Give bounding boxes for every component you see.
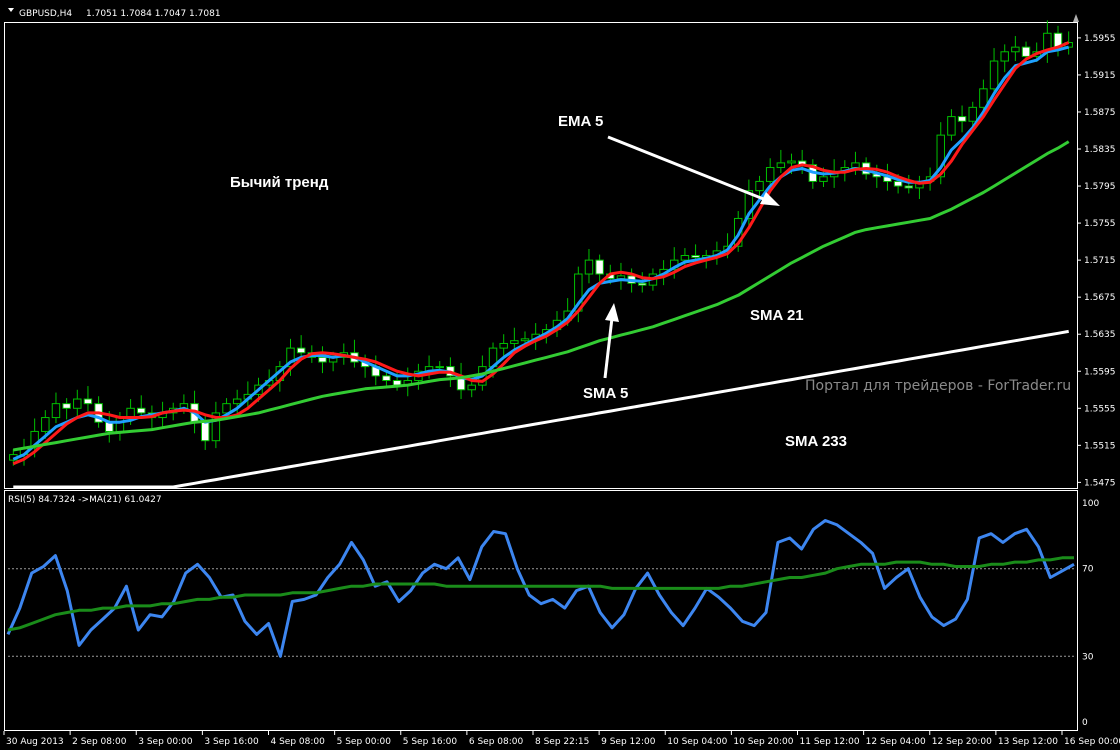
- candle-body: [680, 255, 690, 261]
- time-tick-label: 9 Sep 12:00: [601, 737, 656, 747]
- rsi-tick-label: 0: [1082, 718, 1088, 728]
- candle-body: [83, 398, 93, 405]
- price-tick-label: 1.5515: [1084, 441, 1116, 451]
- candles-layer: [9, 20, 1073, 466]
- candle-body: [1011, 46, 1020, 53]
- price-tick-label: 1.5555: [1084, 404, 1116, 414]
- candle-body: [510, 340, 519, 344]
- rsi-line: [6, 519, 1075, 658]
- price-tick-label: 1.5595: [1084, 367, 1116, 377]
- ema5-label: EMA 5: [558, 113, 603, 130]
- ema5-arrow-shaft: [607, 135, 767, 202]
- candle-body: [296, 347, 306, 354]
- time-tick-label: 5 Sep 00:00: [337, 737, 392, 747]
- candle-body: [968, 106, 977, 122]
- time-tick-label: 8 Sep 22:15: [535, 737, 589, 747]
- rsi-layer: 100 70 30 0: [6, 499, 1099, 728]
- price-tick-label: 1.5475: [1084, 478, 1116, 488]
- time-tick-label: 3 Sep 00:00: [138, 737, 193, 747]
- candle-body: [904, 185, 914, 189]
- price-tick-label: 1.5635: [1084, 330, 1116, 340]
- sma233-label: SMA 233: [785, 433, 847, 450]
- candle-body: [765, 167, 775, 182]
- candle-body: [200, 421, 210, 442]
- rsi-tick-label: 30: [1082, 652, 1094, 662]
- time-tick-label: 11 Sep 12:00: [800, 737, 860, 747]
- time-tick-label: 10 Sep 04:00: [667, 737, 727, 747]
- trading-chart[interactable]: GBPUSD,H4 1.7051 1.7084 1.7047 1.7081 1.…: [0, 0, 1120, 750]
- time-tick-label: 30 Aug 2013: [6, 737, 64, 747]
- candle-body: [819, 176, 828, 182]
- candle-body: [776, 162, 786, 169]
- candle-body: [989, 60, 999, 90]
- candle-body: [691, 255, 700, 258]
- candle-body: [435, 366, 444, 369]
- candle-body: [62, 403, 71, 409]
- rsi-tick-label: 100: [1082, 499, 1099, 509]
- candle-body: [51, 403, 61, 419]
- price-tick-label: 1.5835: [1084, 145, 1116, 155]
- candle-body: [318, 356, 327, 363]
- sma5-label: SMA 5: [583, 385, 628, 402]
- candle-body: [115, 417, 125, 432]
- time-tick-label: 3 Sep 16:00: [204, 737, 259, 747]
- moving-averages-layer: [12, 41, 1070, 466]
- rsi-header-label: RSI(5) 84.7324 ->MA(21) 61.0427: [8, 495, 162, 505]
- price-tick-label: 1.5955: [1084, 34, 1116, 44]
- price-axis: 1.5955 1.5915 1.5875 1.5835 1.5795 1.5755 1.57…: [1077, 34, 1116, 488]
- candle-body: [893, 180, 903, 187]
- candle-body: [73, 398, 82, 409]
- ohlc-label: 1.7051 1.7084 1.7047 1.7081: [86, 9, 221, 19]
- candle-body: [851, 162, 860, 169]
- symbol-label: GBPUSD,H4: [19, 9, 72, 19]
- ema5-line: [12, 45, 1070, 461]
- candle-body: [499, 342, 508, 349]
- watermark-text: Портал для трейдеров - ForTrader.ru: [805, 378, 1071, 394]
- candle-body: [467, 384, 476, 391]
- bullish-trend-label: Бычий тренд: [230, 174, 329, 191]
- sma5-arrow-shaft: [603, 317, 614, 379]
- candle-body: [41, 417, 50, 432]
- candle-body: [520, 338, 530, 342]
- candle-body: [584, 259, 594, 275]
- scroll-marker-icon[interactable]: [1073, 14, 1079, 22]
- candle-body: [232, 398, 242, 405]
- price-tick-label: 1.5675: [1084, 293, 1116, 303]
- time-tick-label: 12 Sep 04:00: [866, 737, 926, 747]
- time-tick-label: 13 Sep 12:00: [998, 737, 1058, 747]
- rsi-tick-label: 70: [1082, 565, 1094, 575]
- price-tick-label: 1.5715: [1084, 256, 1116, 266]
- time-tick-label: 6 Sep 08:00: [469, 737, 524, 747]
- time-tick-label: 10 Sep 20:00: [733, 737, 793, 747]
- time-tick-label: 2 Sep 08:00: [72, 737, 127, 747]
- candle-body: [595, 259, 604, 275]
- sma21-label: SMA 21: [750, 307, 804, 324]
- time-tick-label: 16 Sep 00:00: [1064, 737, 1120, 747]
- sma5-arrow-head-icon: [605, 303, 619, 322]
- sma5-line: [12, 41, 1070, 466]
- candle-body: [1000, 51, 1009, 62]
- time-axis: 30 Aug 2013 2 Sep 08:00 3 Sep 00:00 3 Sep 1…: [3, 731, 1120, 747]
- candle-body: [382, 375, 391, 382]
- candle-body: [755, 180, 764, 192]
- time-tick-label: 12 Sep 20:00: [932, 737, 992, 747]
- price-tick-label: 1.5755: [1084, 219, 1116, 229]
- price-tick-label: 1.5795: [1084, 182, 1116, 192]
- price-panel-frame: [4, 22, 1078, 489]
- menu-triangle-icon[interactable]: [8, 8, 14, 12]
- candle-body: [137, 407, 146, 414]
- price-tick-label: 1.5915: [1084, 71, 1116, 81]
- time-tick-label: 5 Sep 16:00: [403, 737, 458, 747]
- time-tick-label: 4 Sep 08:00: [271, 737, 326, 747]
- candle-body: [947, 116, 956, 136]
- candle-body: [957, 116, 967, 122]
- candle-body: [638, 282, 647, 286]
- candle-body: [1021, 46, 1031, 57]
- candle-body: [787, 160, 796, 164]
- price-tick-label: 1.5875: [1084, 108, 1116, 118]
